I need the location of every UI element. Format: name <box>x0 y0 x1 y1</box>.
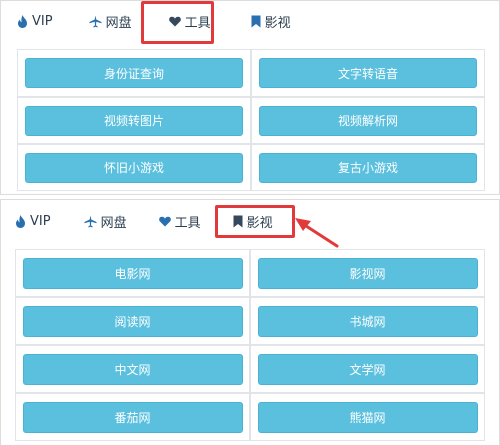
fire-icon <box>15 214 26 228</box>
grid-cell: 复古小游戏 <box>251 144 485 191</box>
panda-site-button[interactable]: 熊猫网 <box>257 401 478 433</box>
grid-cell: 书城网 <box>250 297 485 345</box>
movie-site-button[interactable]: 电影网 <box>22 257 243 289</box>
chinese-site-button[interactable]: 中文网 <box>22 353 243 385</box>
tab-label: 影视 <box>264 15 291 31</box>
bookstore-site-button[interactable]: 书城网 <box>257 305 478 337</box>
grid-cell: 熊猫网 <box>250 393 485 441</box>
tab-label: 工具 <box>174 215 201 231</box>
plane-icon <box>84 215 97 228</box>
grid-cell: 电影网 <box>15 249 250 297</box>
tab-label: 网盘 <box>100 215 127 231</box>
tab-netdisk[interactable]: 网盘 <box>89 12 132 31</box>
bottom-panel: VIP 网盘 工具 影视 电影网 影视网 阅读网 书城网 中文网 文学网 番茄网… <box>0 199 500 445</box>
grid-cell: 视频解析网 <box>251 97 485 144</box>
tab-label: VIP <box>32 13 53 29</box>
video-parse-button[interactable]: 视频解析网 <box>259 105 477 136</box>
literature-site-button[interactable]: 文学网 <box>257 353 478 385</box>
top-panel: VIP 网盘 工具 影视 身份证查询 文字转语音 视频转图片 视频解析网 怀旧小… <box>0 0 500 195</box>
retro-game-button[interactable]: 怀旧小游戏 <box>25 152 243 183</box>
fire-icon <box>17 14 28 28</box>
video-to-image-button[interactable]: 视频转图片 <box>25 105 243 136</box>
video-button-grid: 电影网 影视网 阅读网 书城网 中文网 文学网 番茄网 熊猫网 <box>15 249 485 441</box>
tab-tools[interactable]: 工具 <box>158 212 201 231</box>
video-site-button[interactable]: 影视网 <box>257 257 478 289</box>
tomato-site-button[interactable]: 番茄网 <box>22 401 243 433</box>
grid-cell: 中文网 <box>15 345 250 393</box>
grid-cell: 文字转语音 <box>251 49 485 97</box>
plane-icon <box>89 15 102 28</box>
grid-cell: 文学网 <box>250 345 485 393</box>
tab-label: 网盘 <box>105 15 132 31</box>
tab-video[interactable]: 影视 <box>251 12 291 31</box>
tab-netdisk[interactable]: 网盘 <box>84 212 127 231</box>
grid-cell: 阅读网 <box>15 297 250 345</box>
classic-game-button[interactable]: 复古小游戏 <box>259 152 477 183</box>
tab-label: VIP <box>30 213 51 229</box>
tab-vip[interactable]: VIP <box>17 14 53 29</box>
heart-icon <box>158 216 171 227</box>
text-to-speech-button[interactable]: 文字转语音 <box>259 58 477 88</box>
id-card-lookup-button[interactable]: 身份证查询 <box>25 58 243 88</box>
active-tab-highlight <box>141 1 214 44</box>
reading-site-button[interactable]: 阅读网 <box>22 305 243 337</box>
grid-cell: 怀旧小游戏 <box>17 144 251 191</box>
pointer-arrow-icon <box>295 218 339 248</box>
grid-cell: 视频转图片 <box>17 97 251 144</box>
bookmark-icon <box>251 15 261 28</box>
grid-cell: 影视网 <box>250 249 485 297</box>
grid-cell: 番茄网 <box>15 393 250 441</box>
grid-cell: 身份证查询 <box>17 49 251 97</box>
active-tab-highlight <box>215 205 295 238</box>
tools-button-grid: 身份证查询 文字转语音 视频转图片 视频解析网 怀旧小游戏 复古小游戏 <box>17 49 485 191</box>
tab-vip[interactable]: VIP <box>15 214 51 229</box>
